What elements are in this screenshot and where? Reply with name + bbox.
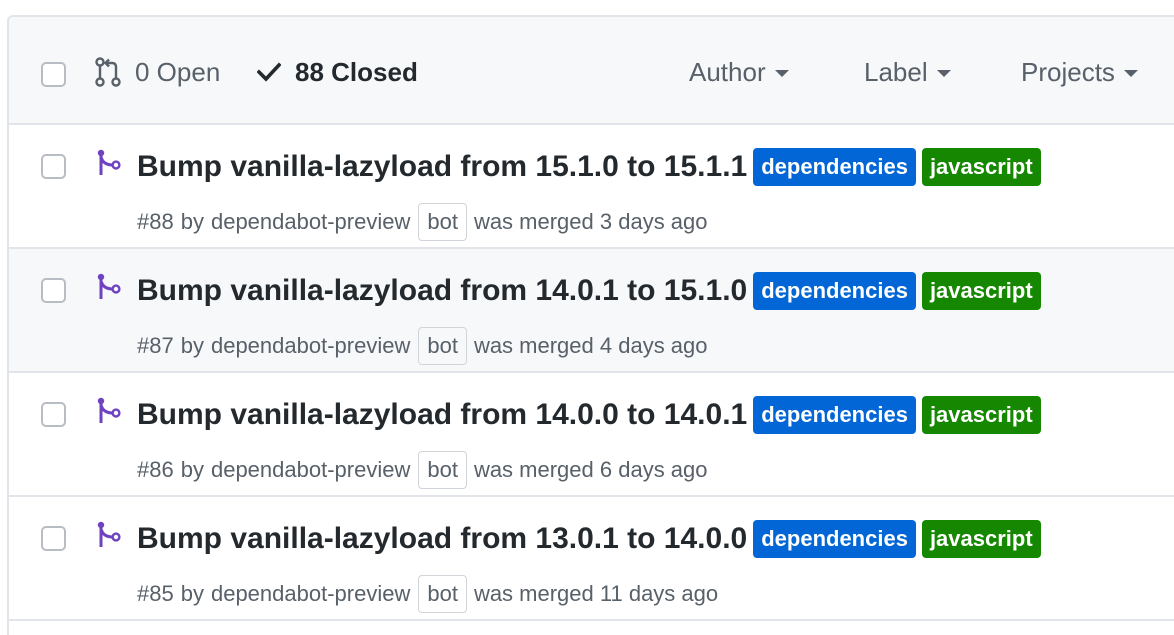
author-link[interactable]: dependabot-preview [211, 203, 410, 241]
git-merge-icon [97, 397, 121, 423]
pull-request-number: #87 [137, 333, 174, 358]
label-dependencies[interactable]: dependencies [753, 272, 916, 310]
label-filter-dropdown[interactable]: Label [864, 55, 951, 89]
by-text: by [180, 581, 204, 606]
pull-request-row: Bump vanilla-lazyload from 14.0.0 to 14.… [9, 373, 1174, 497]
pull-request-number: #86 [137, 457, 174, 482]
row-checkbox[interactable] [41, 402, 66, 427]
git-merge-icon [97, 521, 121, 547]
git-merge-icon [97, 273, 121, 299]
label-dependencies[interactable]: dependencies [753, 396, 916, 434]
author-filter-label: Author [689, 57, 766, 87]
closed-count-label: 88 Closed [295, 57, 418, 87]
pull-request-title-link[interactable]: Bump vanilla-lazyload from 14.0.1 to 15.… [137, 271, 747, 311]
row-checkbox[interactable] [41, 526, 66, 551]
git-merge-icon [97, 149, 121, 175]
projects-filter-dropdown[interactable]: Projects [1021, 55, 1138, 89]
label-javascript[interactable]: javascript [921, 272, 1041, 310]
pull-request-title-link[interactable]: Bump vanilla-lazyload from 13.0.1 to 14.… [137, 519, 747, 559]
label-javascript[interactable]: javascript [921, 148, 1041, 186]
list-header: 0 Open 88 Closed Author Label Projects [9, 17, 1174, 125]
label-javascript[interactable]: javascript [921, 520, 1041, 558]
bot-badge: bot [418, 575, 467, 613]
merged-status-text: was merged 6 days ago [473, 457, 708, 482]
caret-down-icon [936, 70, 951, 77]
pull-request-list: 0 Open 88 Closed Author Label Projects B… [7, 15, 1174, 635]
pull-request-number: #85 [137, 581, 174, 606]
label-dependencies[interactable]: dependencies [753, 148, 916, 186]
author-link[interactable]: dependabot-preview [211, 451, 410, 489]
row-checkbox[interactable] [41, 154, 66, 179]
bot-badge: bot [418, 451, 467, 489]
by-text: by [180, 333, 204, 358]
by-text: by [180, 457, 204, 482]
pull-request-number: #88 [137, 209, 174, 234]
merged-status-text: was merged 11 days ago [473, 581, 719, 606]
closed-filter-link[interactable]: 88 Closed [257, 55, 418, 89]
bot-badge: bot [418, 327, 467, 365]
merged-status-text: was merged 3 days ago [473, 209, 708, 234]
caret-down-icon [1123, 70, 1138, 77]
author-link[interactable]: dependabot-preview [211, 575, 410, 613]
open-filter-link[interactable]: 0 Open [95, 55, 220, 89]
check-icon [257, 62, 281, 82]
projects-filter-label: Projects [1021, 57, 1115, 87]
pull-request-title-link[interactable]: Bump vanilla-lazyload from 15.1.0 to 15.… [137, 147, 747, 187]
bot-badge: bot [418, 203, 467, 241]
label-javascript[interactable]: javascript [921, 396, 1041, 434]
pull-request-title-link[interactable]: Bump vanilla-lazyload from 14.0.0 to 14.… [137, 395, 747, 435]
pull-request-row: Bump vanilla-lazyload from 14.0.1 to 15.… [9, 249, 1174, 373]
pull-request-row: Bump vanilla-lazyload from 15.1.0 to 15.… [9, 125, 1174, 249]
pull-request-row: Bump vanilla-lazyload from 13.0.1 to 14.… [9, 497, 1174, 621]
merged-status-text: was merged 4 days ago [473, 333, 708, 358]
label-dependencies[interactable]: dependencies [753, 520, 916, 558]
open-count-label: 0 Open [135, 57, 221, 87]
author-link[interactable]: dependabot-preview [211, 327, 410, 365]
label-filter-label: Label [864, 57, 928, 87]
author-filter-dropdown[interactable]: Author [689, 55, 789, 89]
row-checkbox[interactable] [41, 278, 66, 303]
pull-request-icon [95, 57, 121, 87]
caret-down-icon [774, 70, 789, 77]
select-all-checkbox[interactable] [41, 62, 66, 87]
by-text: by [180, 209, 204, 234]
